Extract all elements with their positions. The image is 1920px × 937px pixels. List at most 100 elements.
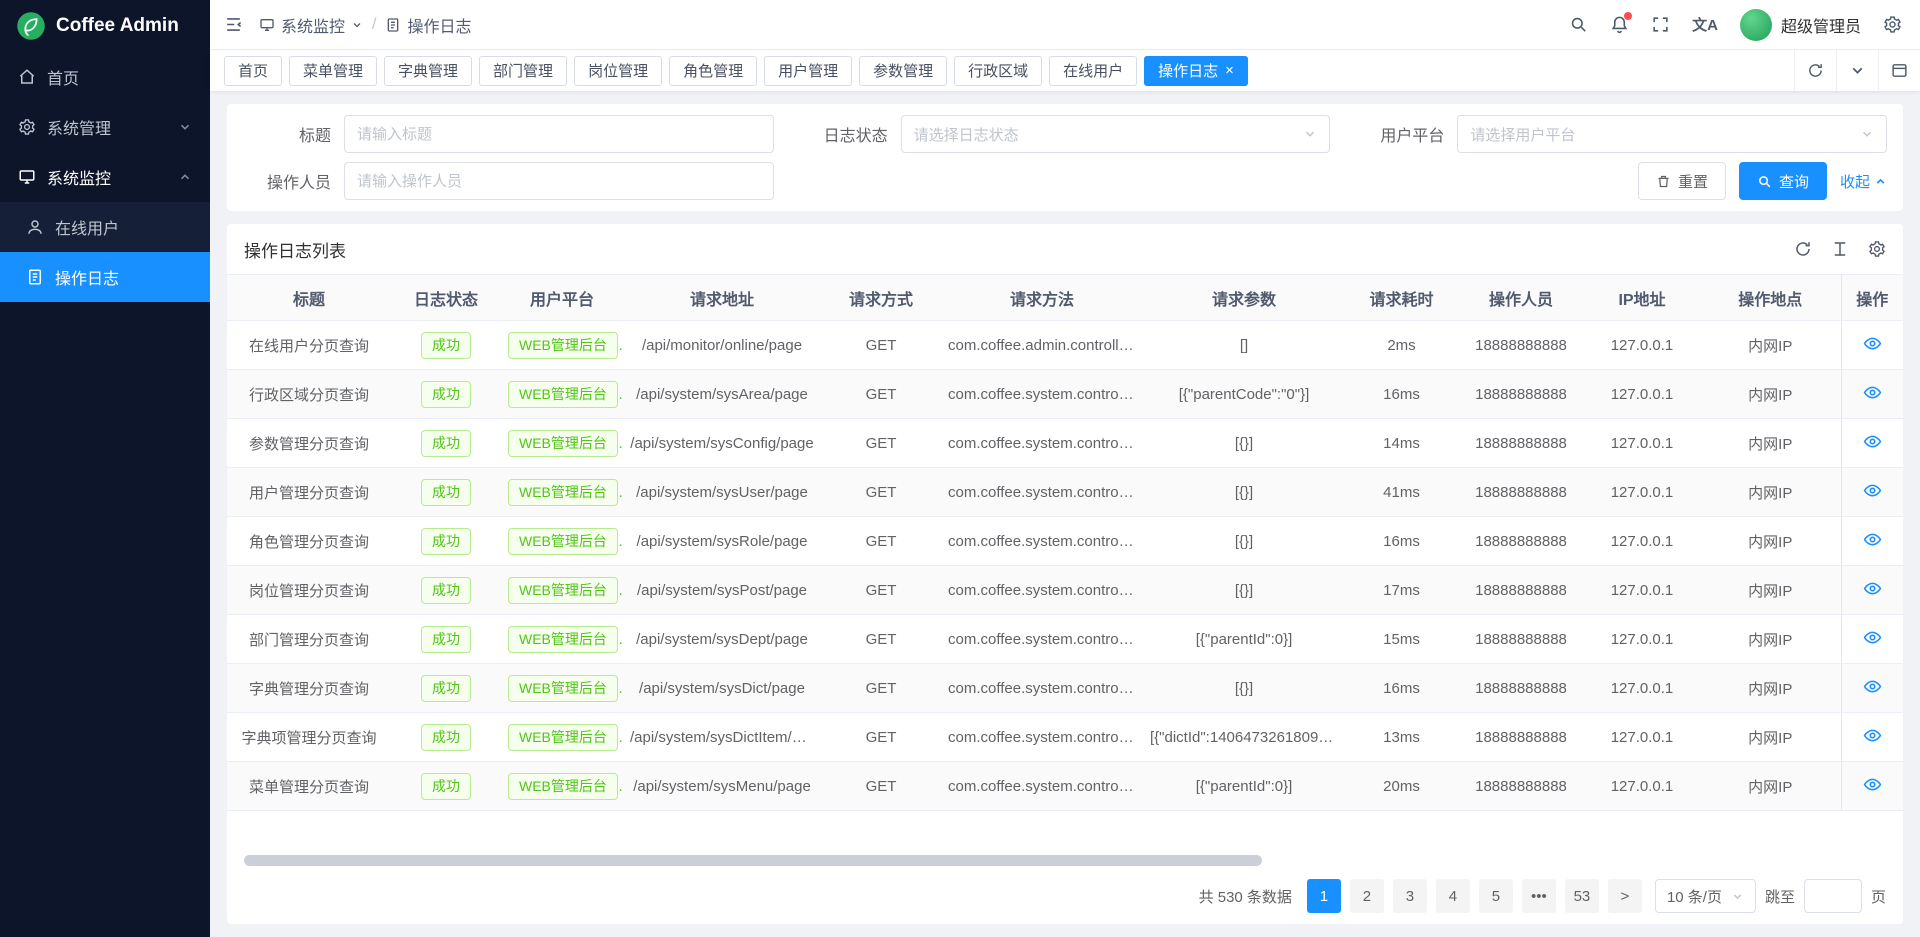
operator-input[interactable] <box>357 173 761 190</box>
tab-item-1[interactable]: 菜单管理 <box>289 56 377 86</box>
cell-request-handler: com.coffee.system.controlle... <box>941 419 1143 468</box>
cell-request-handler: com.coffee.system.controlle... <box>941 615 1143 664</box>
table-row: 行政区域分页查询成功WEB管理后台/api/system/sysArea/pag… <box>227 370 1903 419</box>
sidebar-item-system-monitor[interactable]: 系统监控 <box>0 152 210 202</box>
view-detail-eye-icon[interactable] <box>1863 628 1882 647</box>
tab-item-7[interactable]: 参数管理 <box>859 56 947 86</box>
platform-badge: WEB管理后台 <box>508 430 618 457</box>
tab-label: 角色管理 <box>683 60 743 81</box>
logo[interactable]: Coffee Admin <box>0 0 210 52</box>
view-detail-eye-icon[interactable] <box>1863 383 1882 402</box>
tab-label: 用户管理 <box>778 60 838 81</box>
column-header-7: 请求耗时 <box>1345 275 1458 321</box>
settings-gear-icon[interactable] <box>1883 15 1902 34</box>
tab-item-4[interactable]: 岗位管理 <box>574 56 662 86</box>
fullscreen-icon[interactable] <box>1651 15 1670 34</box>
cell-location: 内网IP <box>1700 566 1841 615</box>
layout-icon[interactable] <box>1878 50 1920 91</box>
menu-fold-icon[interactable] <box>224 15 243 34</box>
page-button-53[interactable]: 53 <box>1565 879 1599 913</box>
tab-item-10[interactable]: 操作日志× <box>1144 56 1248 86</box>
app-root: Coffee Admin 首页 系统管理 <box>0 0 1920 937</box>
log-status-select[interactable]: 请选择日志状态 <box>901 115 1331 153</box>
tab-close-icon[interactable]: × <box>1225 63 1234 78</box>
tab-label: 在线用户 <box>1063 60 1123 81</box>
platform-badge: WEB管理后台 <box>508 479 618 506</box>
collapse-button[interactable]: 收起 <box>1840 171 1887 192</box>
view-detail-eye-icon[interactable] <box>1863 726 1882 745</box>
cell-platform: WEB管理后台 <box>501 419 623 468</box>
cell-location: 内网IP <box>1700 370 1841 419</box>
view-detail-eye-icon[interactable] <box>1863 677 1882 696</box>
field-label: 操作人员 <box>243 169 331 193</box>
view-detail-eye-icon[interactable] <box>1863 432 1882 451</box>
tab-item-5[interactable]: 角色管理 <box>669 56 757 86</box>
density-icon[interactable] <box>1831 240 1849 258</box>
cell-actions <box>1841 370 1903 419</box>
tab-item-8[interactable]: 行政区域 <box>954 56 1042 86</box>
tab-item-6[interactable]: 用户管理 <box>764 56 852 86</box>
page-size-select[interactable]: 10 条/页 <box>1655 879 1756 913</box>
sidebar-item-system-management[interactable]: 系统管理 <box>0 102 210 152</box>
view-detail-eye-icon[interactable] <box>1863 775 1882 794</box>
refresh-icon[interactable] <box>1794 50 1836 91</box>
pagination: 共 530 条数据 12345•••53 > 10 条/页 跳至 页 <box>227 868 1903 924</box>
column-header-4: 请求方式 <box>821 275 941 321</box>
platform-badge: WEB管理后台 <box>508 332 618 359</box>
page-button-5[interactable]: 5 <box>1479 879 1513 913</box>
page-button-3[interactable]: 3 <box>1393 879 1427 913</box>
cell-duration: 13ms <box>1345 713 1458 762</box>
chevron-down-icon[interactable] <box>1836 50 1878 91</box>
search-button[interactable]: 查询 <box>1739 162 1827 200</box>
tab-item-3[interactable]: 部门管理 <box>479 56 567 86</box>
tab-item-9[interactable]: 在线用户 <box>1049 56 1137 86</box>
horizontal-scrollbar-thumb[interactable] <box>244 855 1262 866</box>
column-settings-gear-icon[interactable] <box>1868 240 1886 258</box>
breadcrumb-label: 系统监控 <box>281 13 345 37</box>
horizontal-scrollbar-track <box>244 855 1886 868</box>
cell-request-url: /api/system/sysArea/page <box>623 370 821 419</box>
next-page-button[interactable]: > <box>1608 879 1642 913</box>
view-detail-eye-icon[interactable] <box>1863 481 1882 500</box>
sidebar-item-online-users[interactable]: 在线用户 <box>0 202 210 252</box>
view-detail-eye-icon[interactable] <box>1863 334 1882 353</box>
refresh-icon[interactable] <box>1794 240 1812 258</box>
tab-item-2[interactable]: 字典管理 <box>384 56 472 86</box>
user-platform-select[interactable]: 请选择用户平台 <box>1457 115 1887 153</box>
column-header-8: 操作人员 <box>1458 275 1584 321</box>
avatar[interactable] <box>1740 9 1772 41</box>
cell-actions <box>1841 321 1903 370</box>
page-ellipsis[interactable]: ••• <box>1522 879 1556 913</box>
view-detail-eye-icon[interactable] <box>1863 579 1882 598</box>
tab-item-0[interactable]: 首页 <box>224 56 282 86</box>
cell-status: 成功 <box>391 419 501 468</box>
reset-button[interactable]: 重置 <box>1638 162 1726 200</box>
view-detail-eye-icon[interactable] <box>1863 530 1882 549</box>
search-icon[interactable] <box>1569 15 1588 34</box>
page-button-2[interactable]: 2 <box>1350 879 1384 913</box>
field-title: 标题 <box>243 115 774 153</box>
bell-icon[interactable] <box>1610 15 1629 34</box>
breadcrumb-system-monitor[interactable]: 系统监控 <box>259 13 363 37</box>
cell-operator: 18888888888 <box>1458 468 1584 517</box>
chevron-up-icon <box>1874 175 1887 188</box>
home-icon <box>18 68 36 86</box>
user-menu[interactable]: 超级管理员 <box>1740 9 1861 41</box>
page-button-4[interactable]: 4 <box>1436 879 1470 913</box>
chevron-down-icon <box>1731 890 1744 903</box>
jump-page-input[interactable] <box>1804 879 1862 913</box>
sidebar-item-operation-log[interactable]: 操作日志 <box>0 252 210 302</box>
chevron-down-icon <box>1303 127 1317 141</box>
search-icon <box>1757 174 1772 189</box>
page-button-1[interactable]: 1 <box>1307 879 1341 913</box>
title-input[interactable] <box>357 126 761 143</box>
sidebar-item-home[interactable]: 首页 <box>0 52 210 102</box>
tab-label: 参数管理 <box>873 60 933 81</box>
cell-actions <box>1841 713 1903 762</box>
chevron-down-icon <box>178 120 192 134</box>
cell-location: 内网IP <box>1700 517 1841 566</box>
cell-request-handler: com.coffee.system.controlle... <box>941 468 1143 517</box>
translate-icon[interactable]: 文A <box>1692 14 1718 35</box>
cell-title: 角色管理分页查询 <box>227 517 391 566</box>
page-size-value: 10 条/页 <box>1667 886 1722 907</box>
